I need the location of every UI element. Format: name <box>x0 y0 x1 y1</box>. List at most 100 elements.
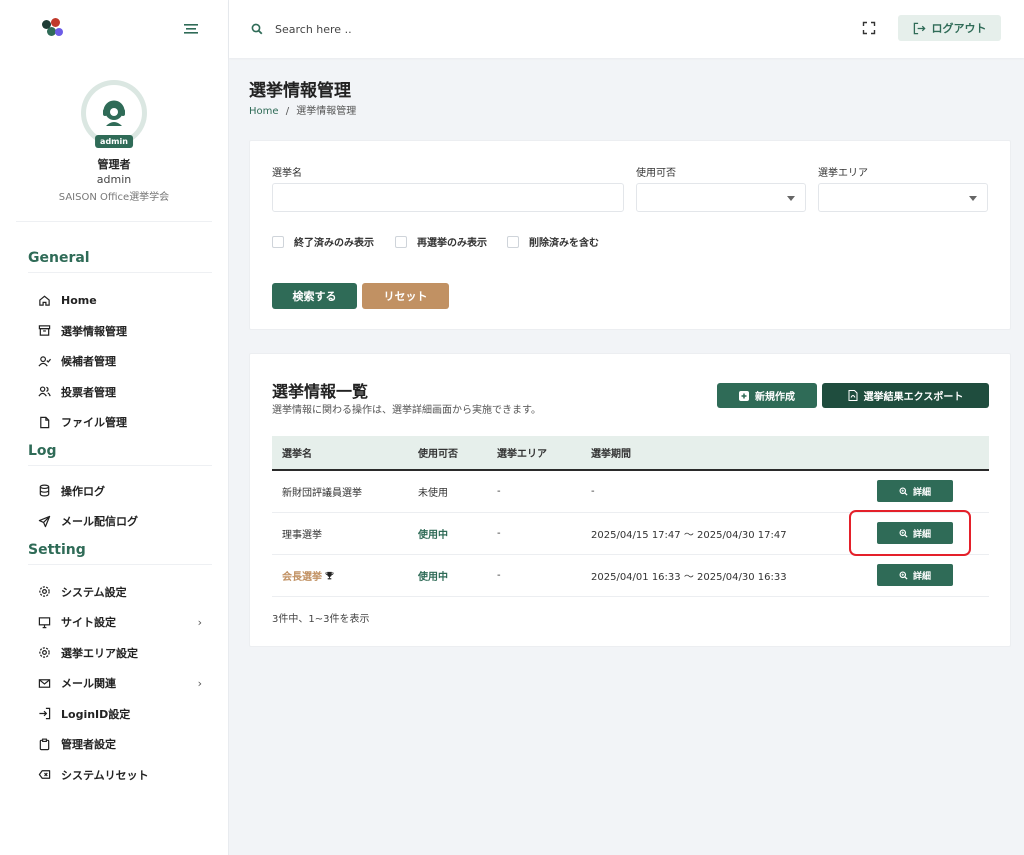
zoom-in-icon <box>899 487 908 496</box>
sidebar-item-mail-log[interactable]: メール配信ログ <box>0 506 228 537</box>
sidebar-item-area-settings[interactable]: 選挙エリア設定 <box>0 638 228 669</box>
sidebar-item-label: システムリセット <box>61 768 149 782</box>
table-row: 会長選挙 使用中 - 2025/04/01 16:33 〜 2025/04/30… <box>272 554 989 596</box>
sidebar-item-mail[interactable]: メール関連 › <box>0 668 228 699</box>
admin-badge: admin <box>95 135 133 148</box>
menu-toggle-icon[interactable] <box>184 23 198 35</box>
users-icon <box>38 386 51 397</box>
sidebar-item-label: LoginID設定 <box>61 707 131 721</box>
reelection-only-checkbox[interactable]: 再選挙のみ表示 <box>395 234 487 249</box>
col-election-name: 選挙名 <box>282 449 312 460</box>
checkbox-box[interactable] <box>272 235 284 248</box>
home-icon <box>39 295 50 306</box>
export-results-button[interactable]: 選挙結果エクスポート <box>822 383 989 408</box>
login-icon <box>39 708 51 720</box>
table-row: 新財団評議員選挙 未使用 - - 詳細 <box>272 470 989 512</box>
gear-icon <box>39 586 50 597</box>
usable-select[interactable] <box>636 183 806 212</box>
sidebar-item-label: Home <box>61 293 97 307</box>
logout-button[interactable]: ログアウト <box>898 15 1001 41</box>
checkbox-box[interactable] <box>507 235 519 248</box>
cell-period: 2025/04/01 16:33 〜 2025/04/30 16:33 <box>591 571 787 583</box>
breadcrumb-current: 選挙情報管理 <box>296 106 357 117</box>
sidebar: admin 管理者 admin SAISON Office選挙学会 Genera… <box>0 0 229 855</box>
cell-period: 2025/04/15 17:47 〜 2025/04/30 17:47 <box>591 529 787 541</box>
include-deleted-checkbox[interactable]: 削除済みを含む <box>507 234 599 249</box>
sidebar-item-system-reset[interactable]: システムリセット <box>0 760 228 791</box>
sidebar-item-label: 選挙情報管理 <box>61 324 127 338</box>
sidebar-item-loginid-settings[interactable]: LoginID設定 <box>0 699 228 730</box>
finished-only-checkbox[interactable]: 終了済みのみ表示 <box>272 234 374 249</box>
create-new-label: 新規作成 <box>755 392 795 403</box>
page-title: 選挙情報管理 <box>249 81 351 101</box>
detail-button[interactable]: 詳細 <box>877 480 953 503</box>
breadcrumb-home[interactable]: Home <box>249 106 279 117</box>
profile-login-id: admin <box>96 173 132 186</box>
profile-name: 管理者 <box>97 158 131 171</box>
list-subtitle: 選挙情報に関わる操作は、選挙詳細画面から実施できます。 <box>272 405 541 416</box>
cell-area: - <box>497 569 501 581</box>
sidebar-item-label: 候補者管理 <box>61 355 116 369</box>
sidebar-item-label: 投票者管理 <box>61 385 116 399</box>
plus-square-icon <box>739 390 749 401</box>
sidebar-item-home[interactable]: Home <box>0 285 228 316</box>
col-area: 選挙エリア <box>497 449 547 460</box>
search-button[interactable]: 検索する <box>272 283 357 309</box>
app-logo[interactable] <box>42 18 66 40</box>
sidebar-item-label: 操作ログ <box>61 484 105 498</box>
area-select[interactable] <box>818 183 988 212</box>
cell-area: - <box>497 485 501 497</box>
chevron-right-icon: › <box>197 676 202 690</box>
area-label: 選挙エリア <box>818 168 868 179</box>
zoom-in-icon <box>899 570 908 580</box>
section-title-general: General <box>28 250 212 273</box>
cell-status: 使用中 <box>418 529 448 541</box>
section-title-setting: Setting <box>28 542 212 565</box>
sidebar-item-candidates[interactable]: 候補者管理 <box>0 346 228 377</box>
cell-election-name-link[interactable]: 会長選挙 <box>282 572 322 583</box>
sidebar-item-operation-log[interactable]: 操作ログ <box>0 476 228 507</box>
col-period: 選挙期間 <box>591 449 631 460</box>
detail-button[interactable]: 詳細 <box>877 564 953 586</box>
sidebar-item-system-settings[interactable]: システム設定 <box>0 577 228 608</box>
delete-icon <box>38 770 51 780</box>
cell-status: 未使用 <box>418 487 448 499</box>
checkbox-label: 削除済みを含む <box>529 238 599 249</box>
checkbox-label: 終了済みのみ表示 <box>294 238 374 249</box>
election-name-label: 選挙名 <box>272 168 302 179</box>
sidebar-item-label: システム設定 <box>61 585 127 599</box>
election-name-input[interactable] <box>272 183 624 212</box>
checkbox-box[interactable] <box>395 235 407 248</box>
nav-setting: システム設定 サイト設定 › 選挙エリア設定 メール関連 › LoginID設定… <box>0 577 228 791</box>
sidebar-header <box>0 0 228 58</box>
cell-area: - <box>497 527 501 539</box>
table-header-row: 選挙名 使用可否 選挙エリア 選挙期間 <box>272 436 989 470</box>
sidebar-item-files[interactable]: ファイル管理 <box>0 407 228 438</box>
search-input[interactable]: Search here .. <box>275 23 352 36</box>
user-profile: admin 管理者 admin SAISON Office選挙学会 <box>16 58 212 222</box>
sidebar-item-admin-settings[interactable]: 管理者設定 <box>0 729 228 760</box>
cell-election-name: 新財団評議員選挙 <box>282 487 362 499</box>
sidebar-item-label: メール配信ログ <box>61 515 138 529</box>
search-icon[interactable] <box>251 23 263 35</box>
sidebar-item-label: サイト設定 <box>61 616 116 630</box>
sidebar-item-elections[interactable]: 選挙情報管理 <box>0 316 228 347</box>
top-bar: Search here .. ログアウト <box>229 0 1024 58</box>
reset-button[interactable]: リセット <box>362 283 449 309</box>
detail-label: 詳細 <box>912 571 931 582</box>
sidebar-item-label: メール関連 <box>61 677 116 691</box>
checkbox-label: 再選挙のみ表示 <box>417 238 487 249</box>
create-new-button[interactable]: 新規作成 <box>717 383 817 408</box>
sidebar-item-site-settings[interactable]: サイト設定 › <box>0 607 228 638</box>
avatar: admin <box>81 80 147 148</box>
breadcrumb-separator: / <box>285 106 290 117</box>
monitor-icon <box>38 617 51 628</box>
fullscreen-icon[interactable] <box>862 21 876 35</box>
filter-card: 選挙名 使用可否 選挙エリア 終了済みのみ表示 再選挙のみ表示 削除済みを含む … <box>249 140 1011 330</box>
sidebar-item-voters[interactable]: 投票者管理 <box>0 377 228 408</box>
cell-period: - <box>591 485 595 497</box>
profile-org: SAISON Office選挙学会 <box>58 192 170 203</box>
section-title-log: Log <box>28 443 212 466</box>
send-icon <box>38 515 51 527</box>
user-check-icon <box>38 356 51 367</box>
